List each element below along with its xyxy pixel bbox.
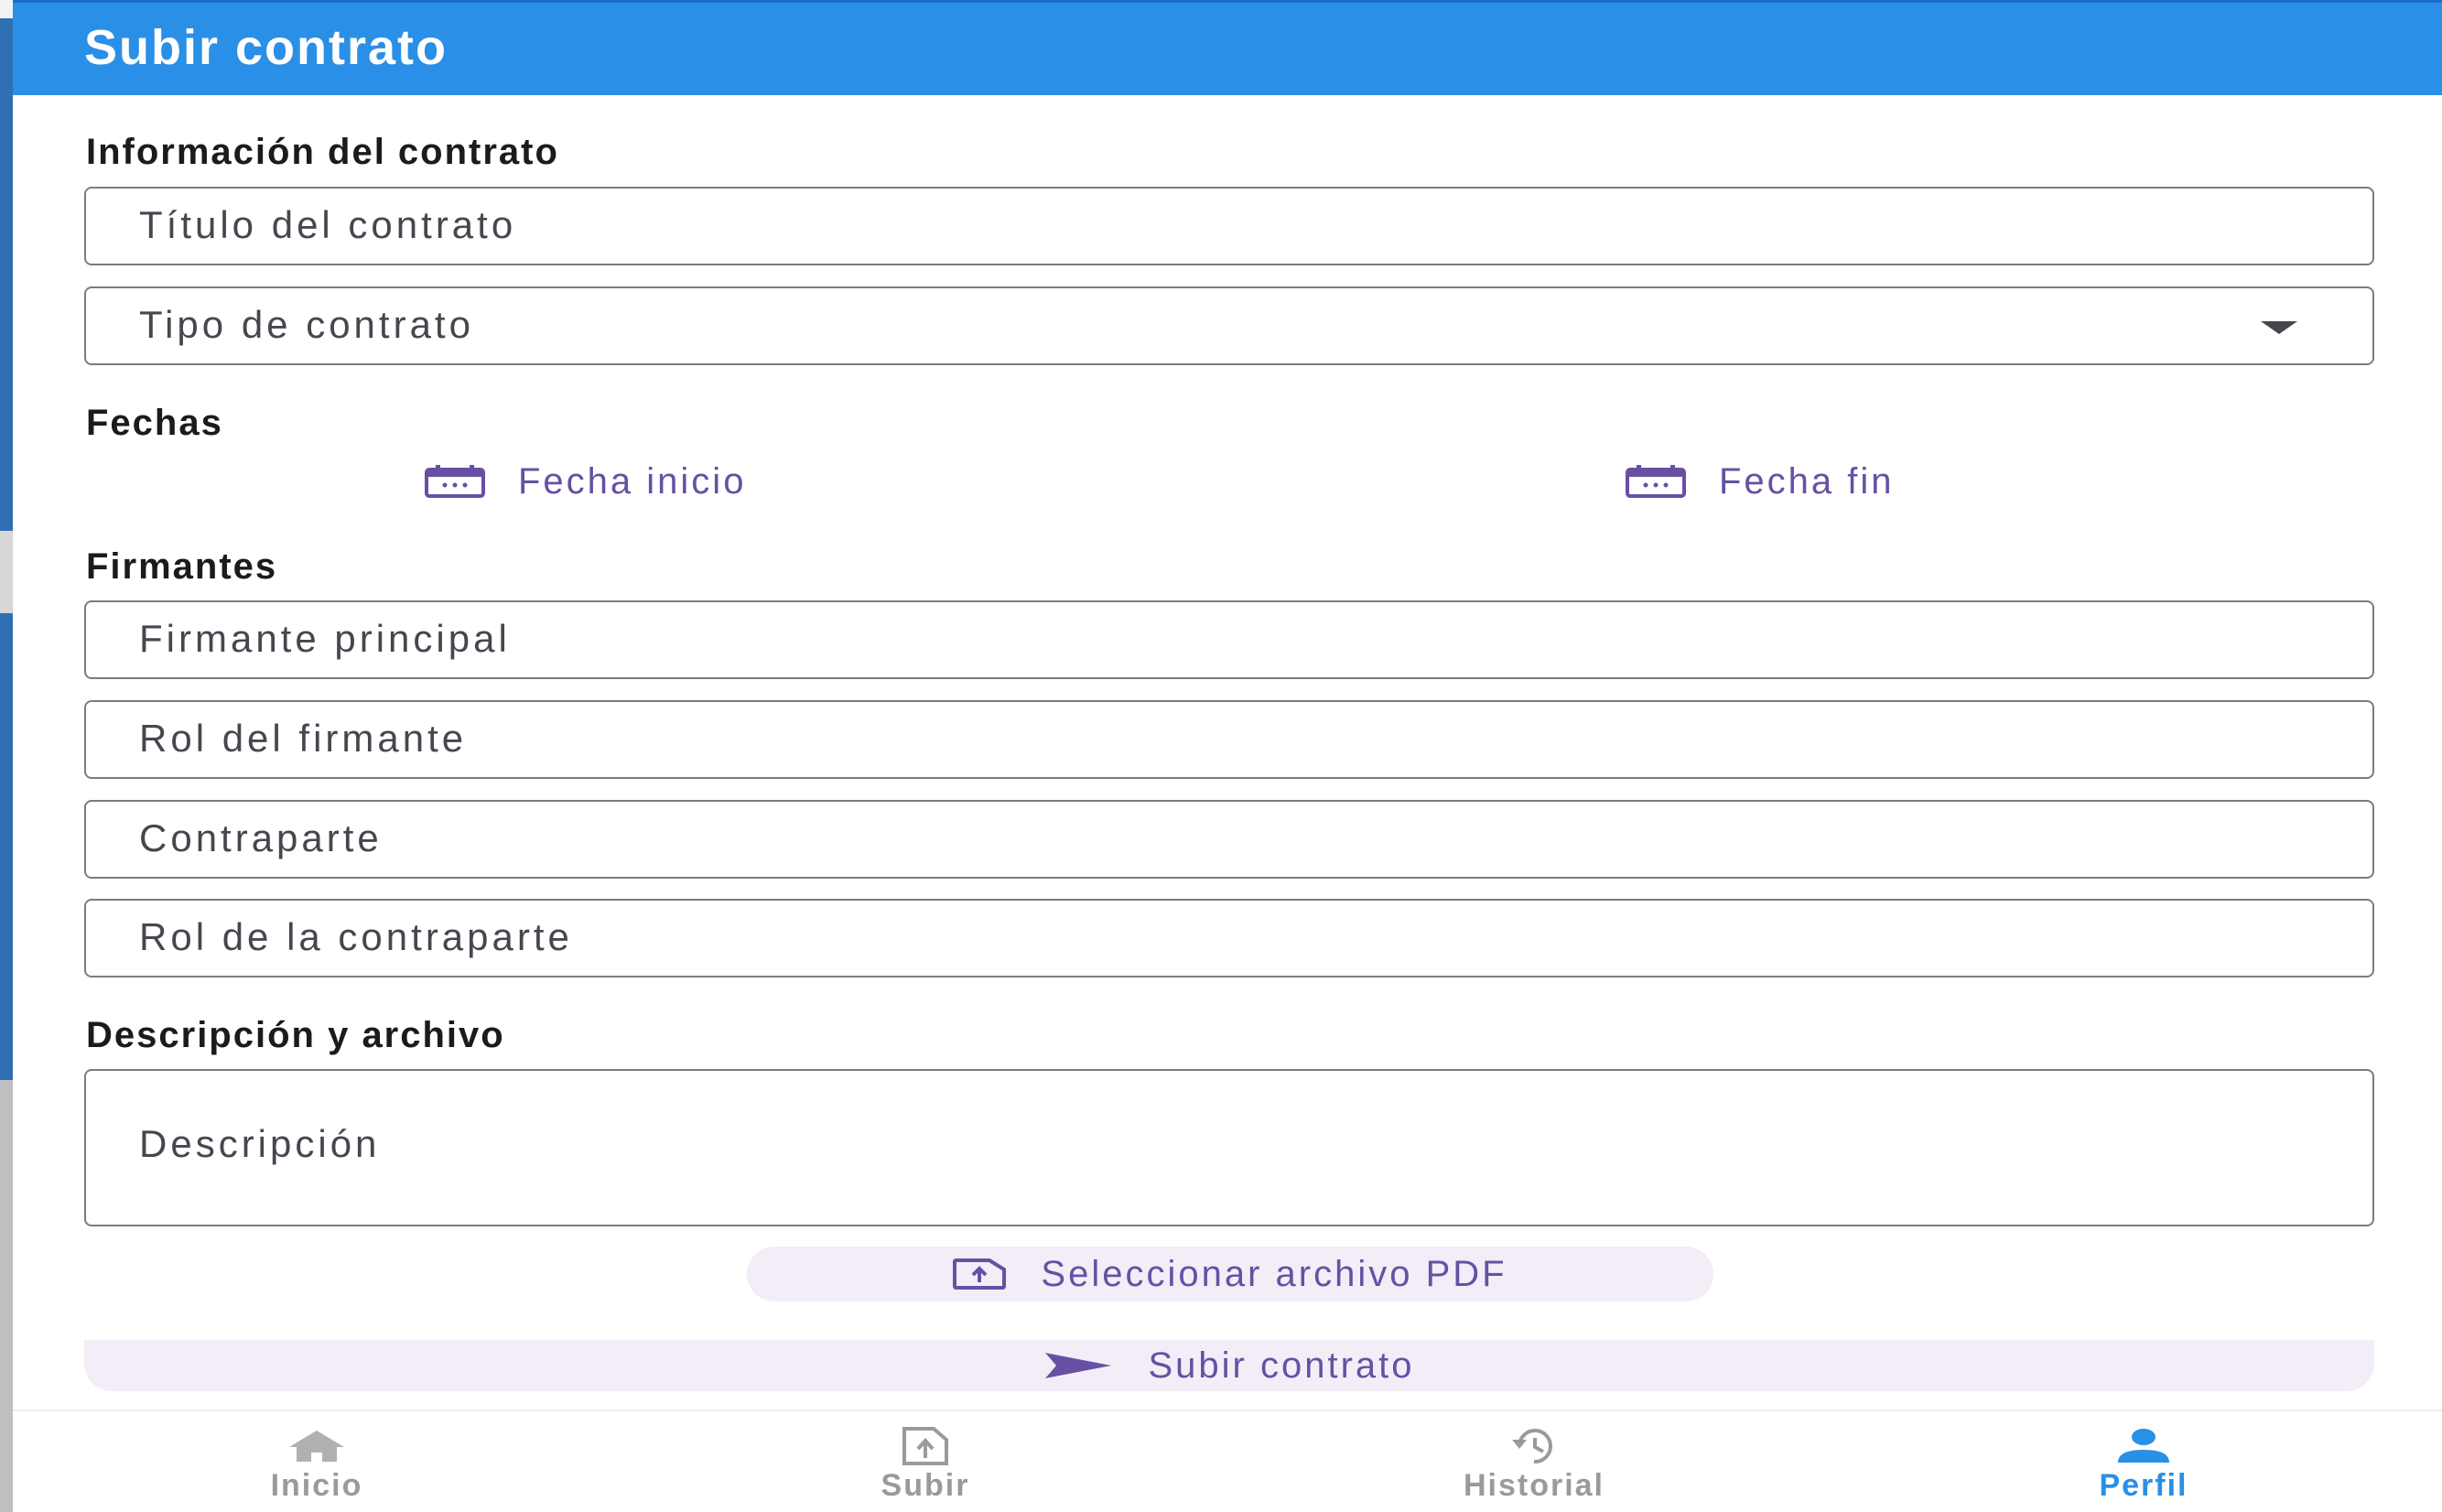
signer-input[interactable]: Firmante principal (84, 600, 2374, 679)
submit-contract-button[interactable]: Subir contrato (84, 1340, 2374, 1391)
upload-file-icon (902, 1427, 948, 1465)
upload-file-icon (953, 1258, 1007, 1290)
signer-placeholder: Firmante principal (139, 617, 511, 660)
select-pdf-button[interactable]: Seleccionar archivo PDF (747, 1247, 1713, 1301)
history-icon (1512, 1429, 1552, 1464)
contract-type-select[interactable]: Tipo de contrato (84, 286, 2374, 365)
nav-label-perfil: Perfil (2099, 1468, 2188, 1503)
counterparty-placeholder: Contraparte (139, 816, 383, 859)
counterparty-role-placeholder: Rol de la contraparte (139, 915, 573, 958)
nav-label-subir: Subir (881, 1468, 970, 1503)
nav-item-subir[interactable]: Subir (742, 1411, 1108, 1512)
page-title: Subir contrato (84, 20, 448, 75)
description-placeholder: Descripción (139, 1122, 381, 1165)
contract-title-input[interactable]: Título del contrato (84, 187, 2374, 265)
signer-role-placeholder: Rol del firmante (139, 717, 468, 760)
nav-label-inicio: Inicio (270, 1468, 363, 1503)
section-title-dates: Fechas (86, 403, 223, 443)
start-date-button[interactable]: Fecha inicio (425, 454, 746, 509)
description-textarea[interactable]: Descripción (84, 1069, 2374, 1226)
app-screen: Subir contrato Información del contrato … (13, 0, 2442, 1512)
home-icon (289, 1431, 344, 1462)
submit-contract-label: Subir contrato (1148, 1345, 1415, 1386)
end-date-label: Fecha fin (1719, 460, 1895, 502)
signer-role-input[interactable]: Rol del firmante (84, 700, 2374, 779)
bottom-navigation: Inicio Subir Historial Perfil (13, 1409, 2442, 1512)
person-icon (2118, 1429, 2169, 1463)
counterparty-input[interactable]: Contraparte (84, 800, 2374, 879)
section-title-info: Información del contrato (86, 132, 559, 172)
end-date-button[interactable]: Fecha fin (1626, 454, 1895, 509)
contract-title-placeholder: Título del contrato (139, 203, 517, 246)
app-bar: Subir contrato (13, 0, 2442, 95)
counterparty-role-input[interactable]: Rol de la contraparte (84, 899, 2374, 977)
nav-item-perfil[interactable]: Perfil (1961, 1411, 2327, 1512)
nav-item-historial[interactable]: Historial (1351, 1411, 1717, 1512)
dropdown-arrow-icon (2261, 321, 2297, 334)
nav-label-historial: Historial (1463, 1468, 1605, 1503)
nav-item-inicio[interactable]: Inicio (134, 1411, 500, 1512)
contract-type-placeholder: Tipo de contrato (139, 303, 474, 346)
window-edge (0, 0, 13, 1512)
select-pdf-label: Seleccionar archivo PDF (1041, 1253, 1507, 1294)
section-title-signers: Firmantes (86, 546, 278, 587)
start-date-label: Fecha inicio (518, 460, 747, 502)
section-title-description: Descripción y archivo (86, 1015, 505, 1055)
send-icon (1045, 1353, 1112, 1378)
calendar-icon (425, 465, 485, 498)
calendar-icon (1626, 465, 1686, 498)
